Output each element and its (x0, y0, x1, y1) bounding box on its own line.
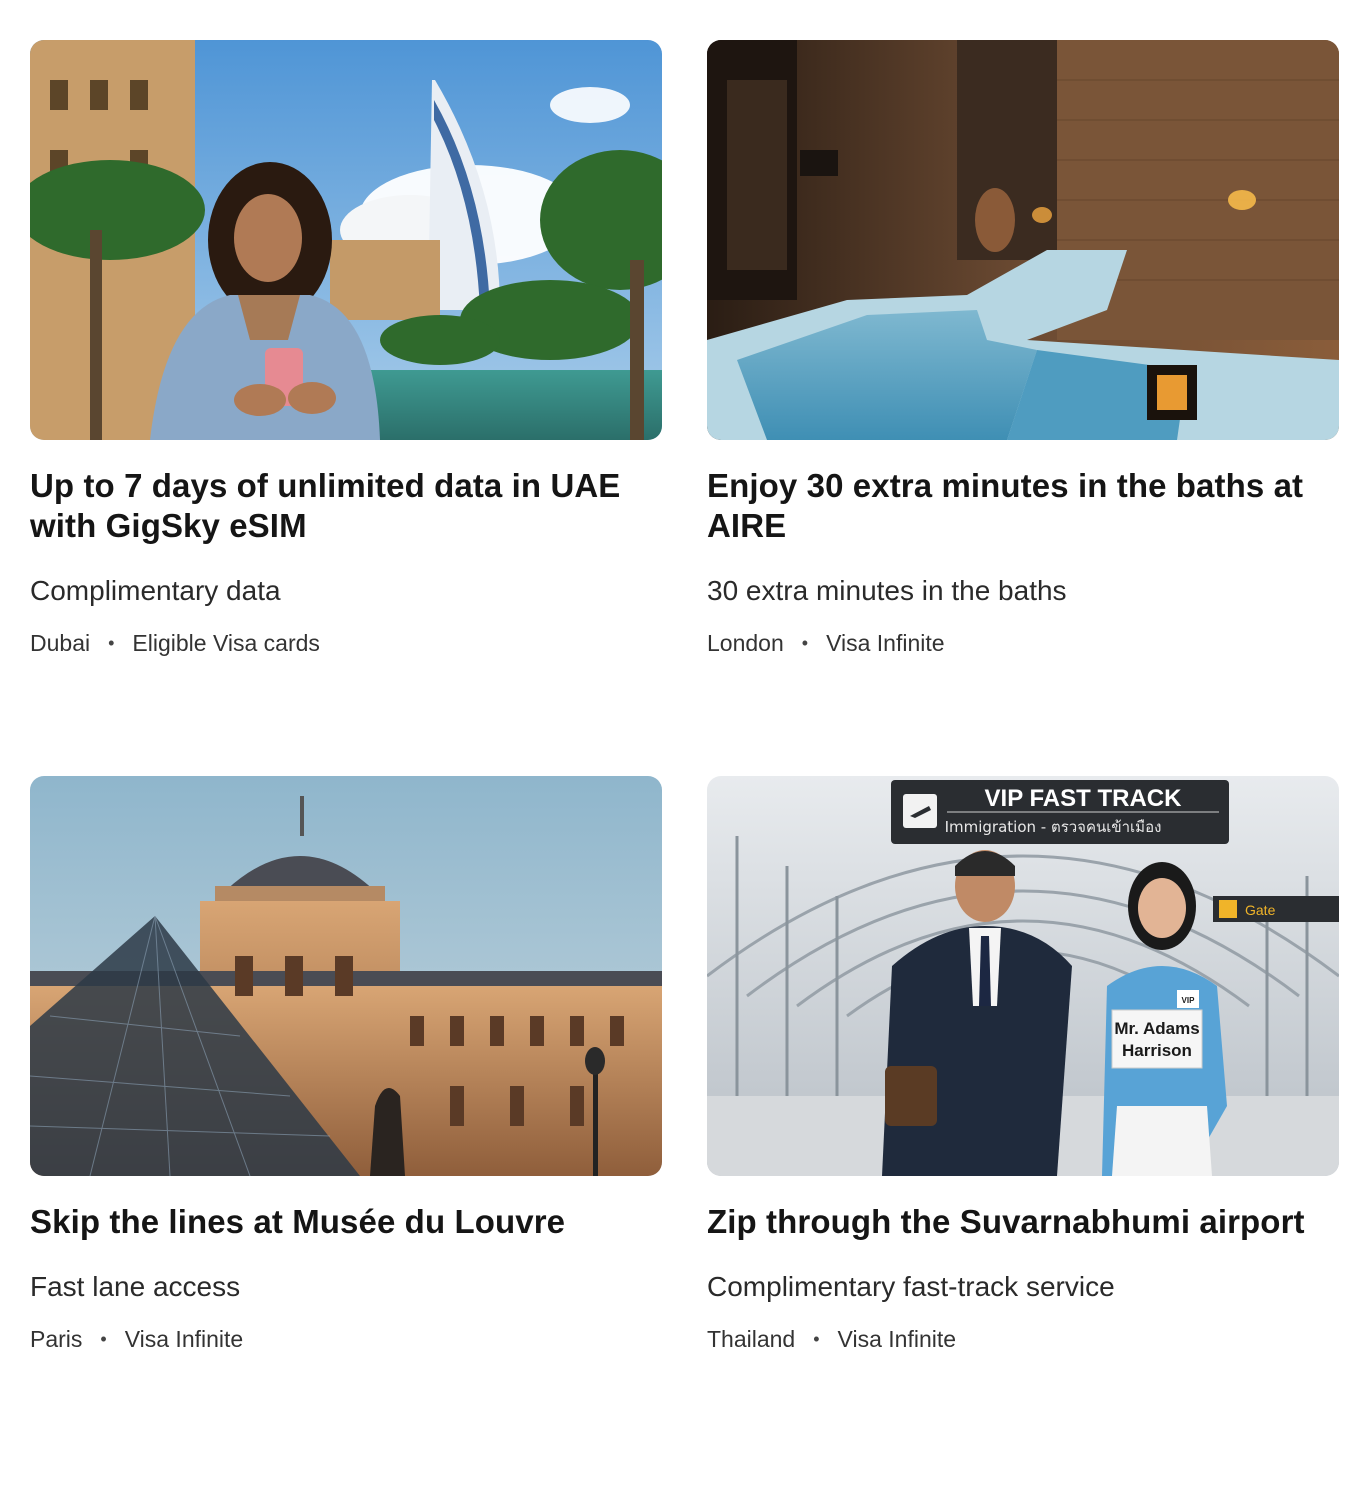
offer-image[interactable] (30, 40, 662, 440)
offer-meta: Thailand • Visa Infinite (707, 1324, 1339, 1354)
name-card-line-2: Harrison (1122, 1041, 1192, 1060)
offer-subtitle: Complimentary data (30, 575, 281, 606)
offer-location: Paris (30, 1326, 83, 1352)
offer-meta: Dubai • Eligible Visa cards (30, 628, 662, 658)
offer-image[interactable] (707, 40, 1339, 440)
vip-badge: VIP (1182, 996, 1196, 1005)
offer-title[interactable]: Zip through the Suvarnabhumi airport (707, 1202, 1339, 1242)
meta-separator-dot: • (108, 633, 115, 653)
name-card-line-1: Mr. Adams (1114, 1019, 1199, 1038)
offer-subtitle: Complimentary fast-track service (707, 1271, 1115, 1302)
offer-card-suvarnabhumi[interactable]: VIP FAST TRACK Immigration - ตรวจคนเข้าเ… (707, 776, 1339, 1512)
offer-eligibility: Visa Infinite (124, 1326, 244, 1352)
offer-eligibility: Eligible Visa cards (132, 630, 320, 656)
offer-location: Dubai (30, 630, 91, 656)
meta-separator-dot: • (100, 1329, 107, 1349)
offer-card-louvre[interactable]: Skip the lines at Musée du Louvre Fast l… (30, 776, 662, 1512)
offer-location: London (707, 630, 784, 656)
offer-image[interactable]: VIP FAST TRACK Immigration - ตรวจคนเข้าเ… (707, 776, 1339, 1176)
airport-photo: VIP FAST TRACK Immigration - ตรวจคนเข้าเ… (707, 776, 1339, 1176)
offer-meta: London • Visa Infinite (707, 628, 1339, 658)
meta-separator-dot: • (813, 1329, 820, 1349)
offer-card-aire[interactable]: Enjoy 30 extra minutes in the baths at A… (707, 40, 1339, 776)
sign-gate: Gate (1245, 902, 1276, 918)
offer-image[interactable] (30, 776, 662, 1176)
offer-title[interactable]: Up to 7 days of unlimited data in UAE wi… (30, 466, 662, 546)
offer-eligibility: Visa Infinite (837, 1326, 957, 1352)
offer-card-gigsky[interactable]: Up to 7 days of unlimited data in UAE wi… (30, 40, 662, 776)
offer-location: Thailand (707, 1326, 796, 1352)
sign-heading: VIP FAST TRACK (985, 785, 1183, 812)
offers-grid: Up to 7 days of unlimited data in UAE wi… (30, 40, 1339, 1512)
offer-eligibility: Visa Infinite (826, 630, 945, 656)
offer-subtitle: 30 extra minutes in the baths (707, 575, 1067, 606)
aire-baths-photo (707, 40, 1339, 440)
offer-meta: Paris • Visa Infinite (30, 1324, 662, 1354)
meta-separator-dot: • (801, 633, 809, 653)
offer-subtitle: Fast lane access (30, 1271, 241, 1302)
dubai-photo (30, 40, 662, 440)
offer-title[interactable]: Enjoy 30 extra minutes in the baths at A… (707, 466, 1339, 546)
louvre-photo (30, 776, 662, 1176)
sign-subheading: Immigration - ตรวจคนเข้าเมือง (945, 818, 1162, 836)
offer-title[interactable]: Skip the lines at Musée du Louvre (30, 1202, 662, 1242)
